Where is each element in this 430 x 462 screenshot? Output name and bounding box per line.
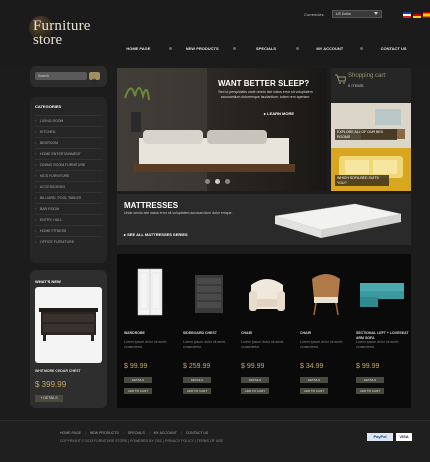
add-to-cart-button[interactable]: ADD TO CART [356,388,384,394]
mattress-image [274,203,402,238]
slider-dot-1[interactable] [205,179,210,184]
promo-bedrooms[interactable] [331,103,411,148]
product-description: Lorem ipsum dolor sit amet, consectetur. [356,340,400,349]
footer-link-specials[interactable]: SPECIALS [128,431,145,435]
mattresses-title: MATTRESSES [124,201,179,210]
product-description: Lorem ipsum dolor sit amet, consectetur. [124,340,168,349]
cart-icon [335,74,346,84]
currency-value: US Dollar [336,12,351,16]
main-nav: Home page New products Specials My accou… [108,42,424,54]
category-item[interactable]: KITCHEN [35,126,103,138]
footer-link-contact-us[interactable]: CONTACT US [186,431,208,435]
product-name[interactable]: CHAIR [300,331,356,336]
chevron-down-icon [374,12,378,15]
see-all-mattresses-link[interactable]: ▸ SEE ALL MATTRESSES SERIES [124,232,188,237]
footer-separator: | [180,431,182,435]
details-button[interactable]: DETAILS [124,377,152,383]
whats-new-details-button[interactable]: + DETAILS [35,395,63,402]
nav-contact-us[interactable]: Contact us [363,46,424,51]
whats-new-title: WHAT'S NEW [35,279,61,284]
whats-new-product-image[interactable] [35,287,102,363]
cedar-chest-image [39,308,98,341]
cart-title: Shopping cart: [348,73,387,79]
search-button[interactable] [89,72,100,84]
footer-link-my-account[interactable]: MY ACCOUNT [154,431,177,435]
wicker-chair-image[interactable] [300,265,352,318]
product-price: $ 99.99 [356,363,380,370]
wardrobe-image[interactable] [124,265,176,318]
slider-title: WANT BETTER SLEEP? [218,79,310,88]
flag-es-icon[interactable] [423,12,430,18]
search-icon [92,78,97,84]
cart-item-count: 0 ITEMS [348,83,364,88]
add-to-cart-button[interactable]: ADD TO CART [124,388,152,394]
slider-dot-3[interactable] [225,179,230,184]
details-button[interactable]: DETAILS [183,377,211,383]
copyright-text: COPYRIGHT © 2013 FURNITURE STORE | POWER… [60,439,223,443]
details-button[interactable]: DETAILS [241,377,269,383]
learn-more-link[interactable]: ▸ LEARN MORE [264,111,294,116]
add-to-cart-button[interactable]: ADD TO CART [241,388,269,394]
mattresses-description: Unde omnis iste natus error sit voluptat… [124,211,233,215]
category-item[interactable]: BILLIARD, POOL TABLES [35,192,103,204]
currencies-label: Currencies: [304,12,325,17]
categories-title: CATEGORIES [35,104,62,109]
product-description: Lorem ipsum dolor sit amet, consectetur. [300,340,344,349]
promo-bedrooms-label: EXPLORE ALL OF OUR BED ROOMS [335,129,397,140]
visa-logo: VISA [396,433,412,441]
whats-new-price: $ 399.99 [35,380,67,389]
learn-more-label: LEARN MORE [267,111,295,116]
currency-select[interactable]: US Dollar [332,10,382,18]
category-item[interactable]: LIVING ROOM [35,115,103,127]
category-item[interactable]: DINING ROOM FURNITURE [35,159,103,171]
slider-dot-2[interactable] [215,179,220,184]
product-name[interactable]: CHAIR [241,331,297,336]
whats-new-product-name[interactable]: WHITMORE CEDAR CHEST [35,369,81,373]
product-price: $ 259.99 [183,363,211,370]
category-item[interactable]: HOME ENTERTAINMENT [35,148,103,160]
category-item[interactable]: ENTRY, HALL [35,214,103,226]
bedroom-promo-image [331,103,411,148]
product-name[interactable]: WARDROBE [124,331,180,336]
product-name[interactable]: SECTIONAL LEFT + LOVESEAT ARM SOFA [356,331,412,340]
product-description: Lorem ipsum dolor sit amet, consectetur. [183,340,227,349]
sideboard-chest-image[interactable] [183,265,235,318]
category-item[interactable]: BAR ROOM [35,203,103,215]
logo-text-line2[interactable]: store [33,32,62,49]
category-item[interactable]: KIDS FURNITURE [35,170,103,182]
product-name[interactable]: SIDEBOARD CHEST [183,331,239,336]
details-button[interactable]: DETAILS [300,377,328,383]
product-description: Lorem ipsum dolor sit amet, consectetur. [241,340,285,349]
promo-sofa-bed-label: WHICH SOFA-BED SUITS YOU? [335,175,389,186]
flag-en-icon[interactable] [403,12,411,18]
nav-home-page[interactable]: Home page [108,46,169,51]
category-item[interactable]: ACCESSORIES [35,181,103,193]
paypal-logo: PayPal [367,433,393,441]
footer-link-home[interactable]: HOME PAGE [60,431,81,435]
nav-specials[interactable]: Specials [236,46,297,51]
footer-link-new-products[interactable]: NEW PRODUCTS [90,431,119,435]
nav-my-account[interactable]: My account [299,46,360,51]
add-to-cart-button[interactable]: ADD TO CART [183,388,211,394]
product-price: $ 99.99 [241,363,265,370]
details-button[interactable]: DETAILS [356,377,384,383]
add-to-cart-button[interactable]: ADD TO CART [300,388,328,394]
category-item[interactable]: OFFICE FURNITURE [35,236,103,248]
nav-new-products[interactable]: New products [172,46,233,51]
category-item[interactable]: BEDROOM [35,137,103,149]
armchair-image[interactable] [241,265,293,318]
footer-separator: | [84,431,86,435]
category-item[interactable]: HOME FITNESS [35,225,103,237]
footer-separator: | [122,431,124,435]
search-input[interactable]: Search [35,72,87,80]
slider-description: Sed ut perspiciatis unde omnis iste natu… [218,90,313,99]
product-price: $ 34.99 [300,363,324,370]
see-all-label: SEE ALL MATTRESSES SERIES [127,232,188,237]
footer-separator: | [148,431,150,435]
footer-links: HOME PAGE | NEW PRODUCTS | SPECIALS | MY AC… [60,431,208,435]
flag-de-icon[interactable] [413,12,421,18]
sectional-sofa-image[interactable] [356,265,408,318]
product-price: $ 99.99 [124,363,148,370]
